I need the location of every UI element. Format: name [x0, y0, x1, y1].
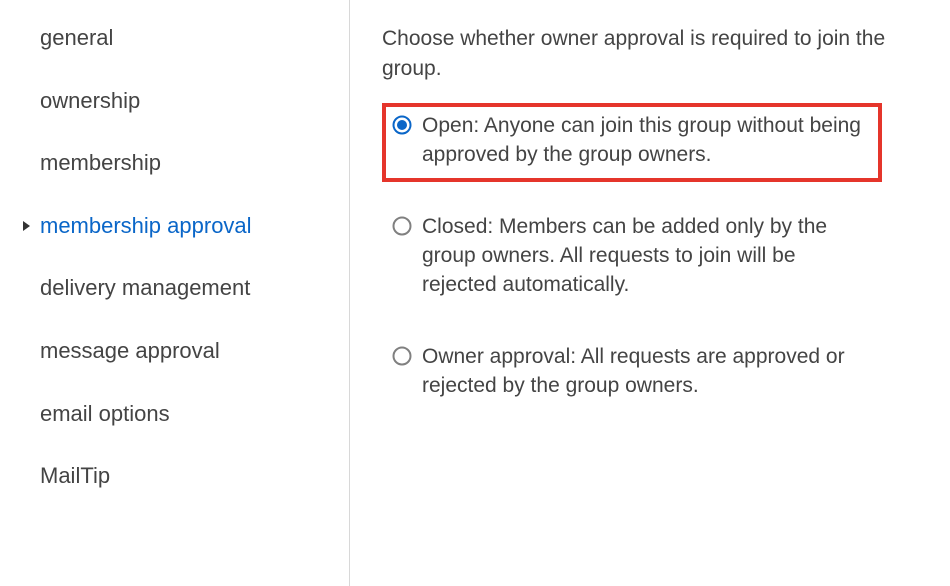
join-policy-radio-group: Open: Anyone can join this group without… — [382, 103, 882, 413]
sidebar-item-email-options[interactable]: email options — [0, 390, 349, 439]
radio-option-closed[interactable]: Closed: Members can be added only by the… — [382, 204, 882, 312]
radio-option-owner-approval[interactable]: Owner approval: All requests are approve… — [382, 334, 882, 413]
sidebar-item-label: delivery management — [40, 274, 250, 303]
settings-sidebar: general ownership membership membership … — [0, 0, 350, 586]
radio-option-open[interactable]: Open: Anyone can join this group without… — [382, 103, 882, 182]
main-panel: Choose whether owner approval is require… — [350, 0, 950, 586]
caret-right-icon — [22, 220, 36, 232]
sidebar-item-label: general — [40, 24, 113, 53]
sidebar-item-message-approval[interactable]: message approval — [0, 327, 349, 376]
sidebar-item-label: MailTip — [40, 462, 110, 491]
sidebar-item-label: membership — [40, 149, 161, 178]
radio-option-label: Closed: Members can be added only by the… — [422, 212, 870, 300]
sidebar-item-label: membership approval — [40, 212, 252, 241]
radio-unselected-icon — [392, 216, 412, 236]
section-heading: Choose whether owner approval is require… — [382, 24, 902, 85]
sidebar-item-delivery-management[interactable]: delivery management — [0, 264, 349, 313]
sidebar-item-mailtip[interactable]: MailTip — [0, 452, 349, 501]
sidebar-item-label: message approval — [40, 337, 220, 366]
sidebar-item-ownership[interactable]: ownership — [0, 77, 349, 126]
radio-selected-icon — [392, 115, 412, 135]
radio-option-label: Owner approval: All requests are approve… — [422, 342, 870, 401]
radio-option-label: Open: Anyone can join this group without… — [422, 111, 870, 170]
sidebar-item-label: email options — [40, 400, 170, 429]
radio-unselected-icon — [392, 346, 412, 366]
sidebar-item-membership-approval[interactable]: membership approval — [0, 202, 349, 251]
sidebar-item-membership[interactable]: membership — [0, 139, 349, 188]
sidebar-item-general[interactable]: general — [0, 14, 349, 63]
sidebar-item-label: ownership — [40, 87, 140, 116]
